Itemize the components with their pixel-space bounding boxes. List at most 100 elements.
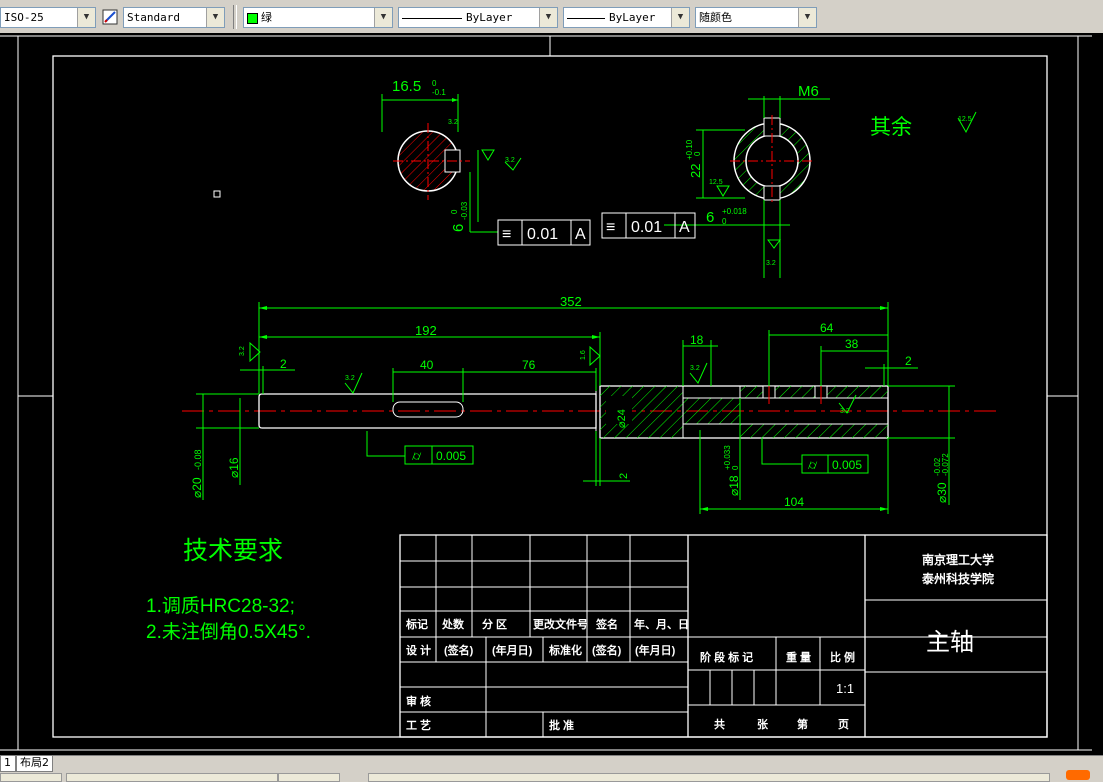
dim-2-left: 2 bbox=[280, 357, 287, 371]
tab-layout1[interactable]: 1 bbox=[0, 756, 16, 772]
roughness-label: 3.2 bbox=[345, 375, 355, 382]
dim-192: 192 bbox=[415, 323, 437, 338]
layout-tabs-bar: 1 布局2 bbox=[0, 755, 1103, 782]
dim-thread: M6 bbox=[798, 83, 819, 100]
color-swatch-icon bbox=[247, 12, 258, 24]
dim-key-width: 6 bbox=[706, 209, 714, 226]
chevron-down-icon: ▼ bbox=[798, 8, 816, 27]
properties-toolbar: ISO-25 ▼ Standard ▼ 绿 ▼ ByLayer ▼ ByLaye… bbox=[0, 0, 1103, 34]
tb-label: 共 bbox=[714, 717, 725, 731]
text-style-icon[interactable] bbox=[101, 7, 121, 27]
horizontal-scrollbar-track[interactable] bbox=[66, 773, 278, 782]
tb-label: 张 bbox=[757, 717, 769, 731]
tb-label: 比 例 bbox=[830, 650, 855, 664]
tb-label: (签名) bbox=[444, 643, 474, 657]
dim-keyway-depth: 6 bbox=[450, 224, 467, 232]
tech-req-line1: 1.调质HRC28-32; bbox=[146, 595, 295, 617]
tab-label: 布局2 bbox=[20, 756, 49, 769]
shaft-main-view: 352 192 2 40 76 18 64 38 2 104 2 ⌀20 -0.… bbox=[182, 294, 998, 514]
cylindricity-icon: ⌭ bbox=[808, 457, 818, 472]
tb-label: 年、月、日 bbox=[634, 617, 689, 631]
lineweight-dropdown[interactable]: ByLayer ▼ bbox=[563, 7, 690, 28]
tb-label: 页 bbox=[838, 718, 849, 731]
tb-label: 审 核 bbox=[406, 694, 431, 708]
dim-tol-lower: -0.072 bbox=[941, 453, 950, 476]
cursor-pickbox bbox=[213, 190, 221, 198]
tech-req-line2: 2.未注倒角0.5X45°. bbox=[146, 621, 311, 643]
roughness-rest-note: 其余 12.5 bbox=[870, 111, 977, 139]
plotstyle-dropdown[interactable]: 随颜色 ▼ bbox=[695, 7, 817, 28]
linetype-value: ByLayer bbox=[466, 11, 513, 24]
rest-note-text: 其余 bbox=[870, 116, 912, 139]
dimstyle-value: ISO-25 bbox=[4, 11, 44, 24]
tb-part-name: 主轴 bbox=[926, 629, 974, 656]
chevron-down-icon: ▼ bbox=[206, 8, 224, 27]
chevron-down-icon: ▼ bbox=[374, 8, 392, 27]
dim-dia-16: ⌀16 bbox=[227, 457, 241, 478]
dim-104: 104 bbox=[784, 495, 804, 509]
tab-layout2[interactable]: 布局2 bbox=[16, 756, 53, 772]
dim-height: 22 bbox=[688, 164, 703, 178]
tol-symbol-symmetry: ≡ bbox=[606, 219, 615, 236]
roughness-label: 3.2 bbox=[505, 157, 515, 164]
textstyle-value: Standard bbox=[127, 11, 180, 24]
roughness-label: 3.2 bbox=[766, 260, 776, 267]
dimstyle-dropdown[interactable]: ISO-25 ▼ bbox=[0, 7, 96, 28]
tb-label: 批 准 bbox=[549, 718, 574, 732]
dim-dia-18: ⌀18 bbox=[727, 475, 741, 496]
dim-dia-20: ⌀20 bbox=[190, 477, 204, 498]
roughness-label: 3.2 bbox=[239, 346, 246, 356]
dim-64: 64 bbox=[820, 321, 834, 335]
dim-tol-lower: 0 bbox=[722, 217, 727, 226]
roughness-label: 1.6 bbox=[580, 350, 587, 360]
dim-tol: -0.08 bbox=[193, 449, 203, 470]
tab-label: 1 bbox=[4, 756, 11, 769]
tb-scale-value: 1:1 bbox=[836, 681, 854, 696]
tol-value: 0.01 bbox=[631, 219, 662, 236]
line-sample-icon bbox=[567, 17, 605, 19]
tb-label: 设 计 bbox=[406, 643, 431, 657]
dim-keyway-width: 16.5 bbox=[392, 78, 421, 95]
dim-tol-lower: 0 bbox=[693, 151, 702, 156]
vertical-scrollbar[interactable] bbox=[1092, 33, 1103, 755]
line-sample-icon bbox=[402, 17, 462, 19]
roughness-label: 12.5 bbox=[958, 116, 972, 123]
roughness-label: 3.2 bbox=[448, 119, 458, 126]
tb-label: 标记 bbox=[405, 617, 428, 631]
section-view-1: 16.5 0 -0.1 6 0 -0.03 3.2 3.2 ≡ 0.01 A bbox=[381, 78, 591, 246]
chevron-down-icon: ▼ bbox=[671, 8, 689, 27]
lineweight-value: ByLayer bbox=[609, 11, 656, 24]
horizontal-scrollbar[interactable] bbox=[0, 773, 62, 782]
tb-label: (年月日) bbox=[635, 643, 676, 657]
chevron-down-icon: ▼ bbox=[77, 8, 95, 27]
color-value: 绿 bbox=[261, 11, 272, 24]
dim-tol-upper: +0.018 bbox=[722, 207, 747, 216]
cylindricity-icon: ⌭ bbox=[412, 448, 422, 463]
tb-school-2: 泰州科技学院 bbox=[921, 571, 994, 586]
horizontal-scrollbar-thumb[interactable] bbox=[278, 773, 340, 782]
tb-label: (签名) bbox=[592, 643, 622, 657]
tol-value: 0.005 bbox=[436, 449, 466, 463]
tb-school-1: 南京理工大学 bbox=[922, 552, 994, 567]
tol-value: 0.005 bbox=[832, 458, 862, 472]
dim-total-length: 352 bbox=[560, 294, 582, 309]
linetype-dropdown[interactable]: ByLayer ▼ bbox=[398, 7, 558, 28]
drawing-canvas[interactable]: 16.5 0 -0.1 6 0 -0.03 3.2 3.2 ≡ 0.01 A M… bbox=[0, 33, 1103, 755]
tol-datum: A bbox=[575, 226, 586, 243]
dim-2-bottom: 2 bbox=[618, 473, 630, 479]
dim-2-right: 2 bbox=[905, 354, 912, 368]
toolbar-separator bbox=[233, 5, 237, 29]
tb-label: 标准化 bbox=[548, 643, 582, 657]
textstyle-dropdown[interactable]: Standard ▼ bbox=[123, 7, 225, 28]
tb-label: 签名 bbox=[595, 617, 618, 631]
tb-label: 更改文件号 bbox=[533, 617, 588, 631]
tb-label: 处数 bbox=[441, 617, 465, 631]
roughness-label: 3.2 bbox=[840, 408, 850, 415]
tol-symbol-symmetry: ≡ bbox=[502, 226, 511, 243]
technical-requirements: 技术要求 1.调质HRC28-32; 2.未注倒角0.5X45°. bbox=[146, 537, 311, 643]
tb-label: 阶 段 标 记 bbox=[700, 650, 753, 664]
tb-label: 分 区 bbox=[482, 617, 507, 631]
dim-18: 18 bbox=[690, 333, 704, 347]
color-dropdown[interactable]: 绿 ▼ bbox=[243, 7, 393, 28]
plotstyle-value: 随颜色 bbox=[699, 11, 732, 24]
